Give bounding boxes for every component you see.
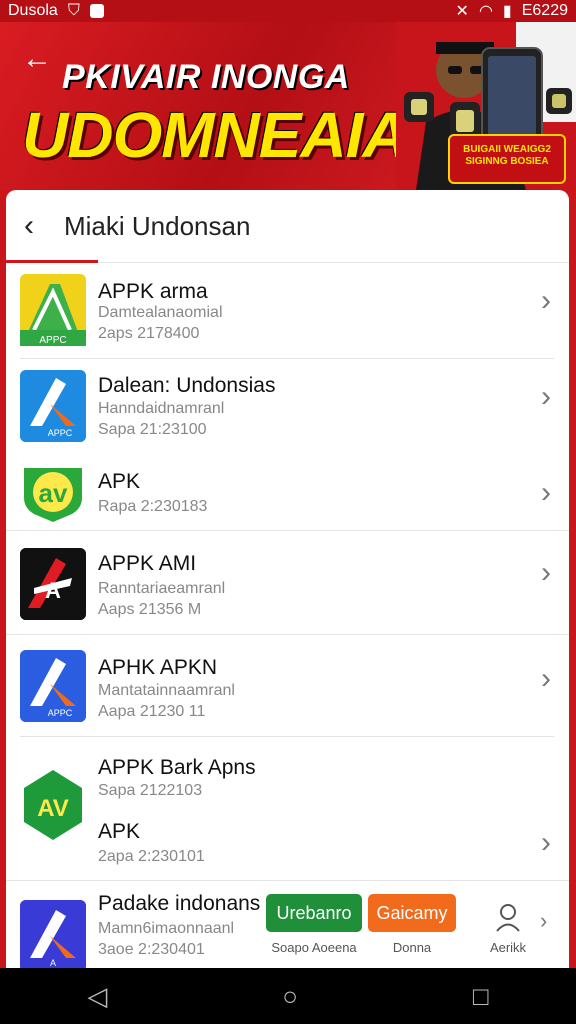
recent-apps-button[interactable]: □ bbox=[473, 981, 489, 1012]
svg-text:av: av bbox=[39, 478, 68, 508]
app-meta: Rapa 2:230183 bbox=[98, 498, 208, 515]
app-name: APK bbox=[98, 820, 141, 843]
svg-text:A: A bbox=[50, 958, 56, 968]
svg-text:APPC: APPC bbox=[39, 335, 66, 346]
app-developer: Damtealanaomial bbox=[98, 304, 223, 321]
apk-green-av-icon: AV bbox=[20, 766, 86, 844]
apk-green-av-icon: av bbox=[20, 458, 86, 522]
app-developer: Hanndaidnamranl bbox=[98, 400, 225, 417]
banner-headline: PKIVAIR INONGA bbox=[62, 58, 350, 96]
app-meta: Sapa 21:23100 bbox=[98, 421, 207, 438]
mute-icon: ✕ bbox=[455, 3, 469, 20]
app-developer: Ranntariaeamranl bbox=[98, 580, 226, 597]
apk-blue-a-icon: APPC bbox=[20, 370, 86, 442]
app-developer: Mamn6imaonnaanl bbox=[98, 920, 235, 937]
home-nav-button[interactable]: ○ bbox=[282, 981, 298, 1012]
promo-banner: ← PKIVAIR INONGA UDOMNEAIA BUIGAII WEAIG… bbox=[0, 22, 576, 190]
chevron-right-icon[interactable]: › bbox=[541, 380, 551, 414]
list-item[interactable]: APPC Dalean: Undonsias Hanndaidnamranl S… bbox=[6, 358, 569, 454]
wifi-icon: ◠ bbox=[478, 3, 493, 20]
svg-text:AV: AV bbox=[37, 795, 69, 822]
shield-icon: ⛉ bbox=[67, 2, 80, 19]
chevron-right-icon[interactable]: › bbox=[541, 556, 551, 590]
app-name: APPK Bark Apns bbox=[98, 756, 256, 779]
profile-label: Aerikk bbox=[489, 940, 527, 955]
clock-text: E6229 bbox=[521, 2, 568, 19]
list-item[interactable]: av APK Rapa 2:230183 › bbox=[6, 454, 569, 530]
app-name: Dalean: Undonsias bbox=[98, 374, 276, 397]
back-nav-button[interactable]: ◁ bbox=[87, 981, 107, 1012]
app-name: APHK APKN bbox=[98, 656, 218, 679]
app-meta: 2apa 2:230101 bbox=[98, 848, 205, 865]
app-meta: Aaps 21356 M bbox=[98, 601, 202, 618]
list-item[interactable]: APPC APPK arma Damtealanaomial 2aps 2178… bbox=[6, 262, 569, 358]
app-list-sheet: ‹ Miaki Undonsan APPC APPK arma Damteala… bbox=[6, 190, 569, 970]
sheet-title: Miaki Undonsan bbox=[64, 210, 251, 241]
arrow-left-icon[interactable]: ← bbox=[22, 44, 52, 74]
chevron-right-icon[interactable]: › bbox=[540, 908, 547, 934]
list-item[interactable]: AV APPK Bark Apns Sapa 2122103 APK 2apa … bbox=[6, 736, 569, 880]
app-name: Padake indonans bbox=[98, 892, 261, 915]
carrier-text: Dusola bbox=[8, 2, 58, 19]
banner-title: UDOMNEAIA bbox=[22, 99, 409, 171]
chevron-right-icon[interactable]: › bbox=[541, 284, 551, 318]
apk-black-a-icon: A bbox=[20, 548, 86, 620]
action-label-1: Soapo Aoeena bbox=[271, 940, 357, 955]
status-bar: Dusola ⛉ ✕ ◠ ▮ E6229 bbox=[0, 0, 576, 22]
apk-purple-a-icon: A bbox=[20, 900, 86, 970]
chevron-right-icon[interactable]: › bbox=[541, 476, 551, 510]
app-meta: Aapa 21230 11 bbox=[98, 703, 206, 720]
svg-text:APPC: APPC bbox=[48, 428, 73, 438]
list-item[interactable]: APPC APHK APKN Mantatainnaamranl Aapa 21… bbox=[6, 634, 569, 736]
svg-text:APPC: APPC bbox=[48, 708, 73, 718]
svg-text:A: A bbox=[45, 578, 61, 603]
sheet-header: ‹ Miaki Undonsan bbox=[6, 190, 569, 263]
app-meta: 3aoe 2:230401 bbox=[98, 941, 205, 958]
app-meta: Sapa 2122103 bbox=[98, 782, 203, 799]
promo-badge: BUIGAII WEAIGG2 SIGINNG BOSIEA bbox=[448, 134, 566, 184]
action-button-2[interactable]: Gaicamy bbox=[368, 894, 456, 932]
chevron-right-icon[interactable]: › bbox=[541, 826, 551, 860]
apk-blue-a-icon: APPC bbox=[20, 650, 86, 722]
chevron-left-icon[interactable]: ‹ bbox=[24, 209, 54, 243]
action-button-1[interactable]: Urebanro bbox=[266, 894, 362, 932]
person-icon[interactable] bbox=[494, 902, 522, 932]
mail-icon bbox=[89, 4, 104, 18]
list-item[interactable]: A APPK AMI Ranntariaeamranl Aaps 21356 M… bbox=[6, 530, 569, 634]
battery-icon: ▮ bbox=[502, 3, 512, 20]
action-label-2: Donna bbox=[392, 940, 432, 955]
chevron-right-icon[interactable]: › bbox=[541, 662, 551, 696]
apk-green-a-icon: APPC bbox=[20, 274, 86, 346]
app-meta: 2aps 2178400 bbox=[98, 325, 200, 342]
system-nav-bar: ◁ ○ □ bbox=[0, 968, 576, 1024]
app-name: APPK AMI bbox=[98, 552, 197, 575]
app-name: APK bbox=[98, 470, 141, 493]
app-developer: Mantatainnaamranl bbox=[98, 682, 235, 699]
app-name: APPK arma bbox=[98, 280, 208, 303]
